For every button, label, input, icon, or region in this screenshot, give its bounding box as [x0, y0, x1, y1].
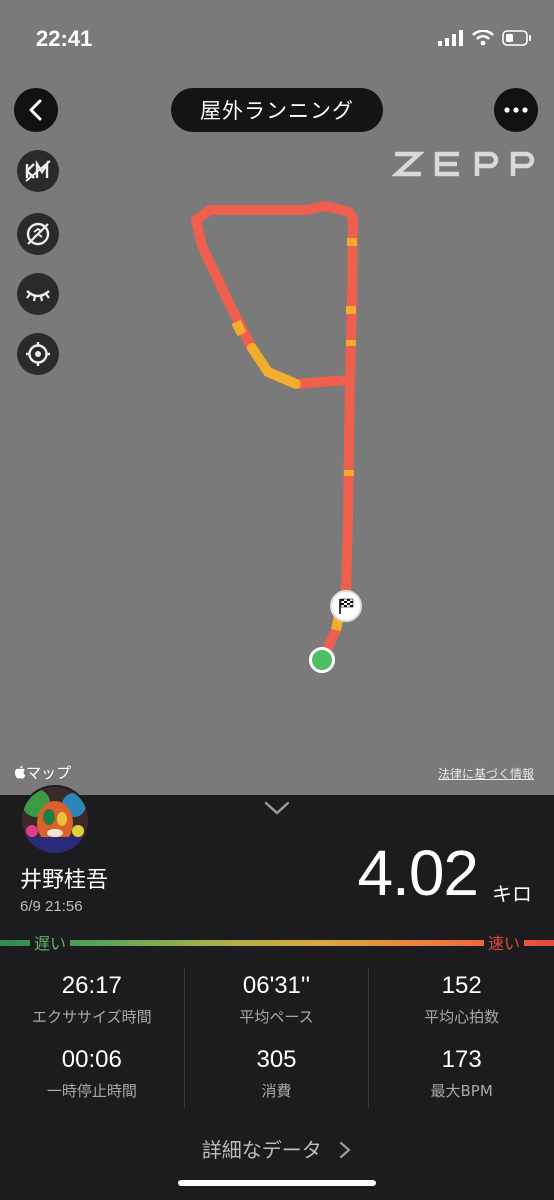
signal-icon	[438, 30, 463, 46]
locate-icon	[26, 342, 50, 366]
chevron-right-icon	[340, 1141, 351, 1159]
activity-date: 6/9 21:56	[20, 898, 83, 915]
distance-unit: キロ	[492, 882, 532, 906]
wifi-icon	[472, 30, 494, 46]
pace-toggle[interactable]	[17, 213, 59, 255]
stat-value: 152	[441, 972, 482, 999]
checkered-flag-icon	[339, 598, 354, 614]
pace-fast-label: 速い	[483, 930, 524, 954]
battery-icon	[502, 30, 531, 46]
stats-grid: 26:17 エクササイズ時間 00:06 一時停止時間 06'31'' 平均ペース 3…	[0, 968, 554, 1116]
back-button[interactable]	[14, 88, 58, 132]
pace-gradient-bar	[0, 940, 554, 946]
avatar[interactable]	[20, 785, 90, 855]
home-indicator[interactable]	[178, 1180, 376, 1186]
stat-value: 173	[441, 1046, 482, 1073]
stat-value: 26:17	[61, 972, 122, 999]
eye-toggle[interactable]	[17, 273, 59, 315]
activity-title: 屋外ランニング	[171, 88, 383, 132]
zepp-logo	[392, 151, 535, 177]
user-name: 井野桂吾	[20, 868, 109, 893]
stat-label: 最大BPM	[430, 1082, 493, 1100]
back-chevron-icon	[29, 99, 42, 121]
stat-average-heart-rate: 152 平均心拍数	[369, 972, 554, 1027]
stat-label: 平均ペース	[239, 1008, 314, 1026]
hide-pace-icon	[26, 222, 50, 246]
legal-link[interactable]: 法律に基づく情報	[438, 765, 534, 782]
stat-pause-time: 00:06 一時停止時間	[0, 1046, 184, 1101]
finish-flag-marker	[330, 590, 362, 622]
avatar-image	[22, 787, 88, 853]
stat-max-bpm: 173 最大BPM	[369, 1046, 554, 1101]
status-bar: 22:41	[0, 0, 554, 80]
stat-label: エクササイズ時間	[32, 1008, 152, 1026]
apple-maps-attribution: マップ	[14, 762, 71, 783]
more-dots-icon	[504, 107, 528, 113]
stat-value: 305	[256, 1046, 297, 1073]
stat-label: 一時停止時間	[46, 1082, 137, 1100]
stat-calories: 305 消費	[185, 1046, 369, 1101]
km-marker-toggle[interactable]	[17, 150, 59, 192]
stat-value: 00:06	[61, 1046, 122, 1073]
stat-label: 平均心拍数	[424, 1008, 500, 1026]
more-button[interactable]	[494, 88, 538, 132]
distance-value: 4.02	[357, 837, 479, 909]
apple-maps-label: マップ	[26, 765, 72, 782]
stat-exercise-time: 26:17 エクササイズ時間	[0, 972, 184, 1027]
apple-logo-icon	[14, 765, 26, 779]
details-label: 詳細なデータ	[201, 1138, 322, 1162]
stat-average-pace: 06'31'' 平均ペース	[185, 972, 369, 1027]
km-marker-icon	[25, 160, 51, 182]
stat-value: 06'31''	[242, 972, 311, 999]
status-time: 22:41	[36, 26, 93, 51]
eye-closed-icon	[26, 290, 50, 302]
pace-slow-label: 遅い	[30, 930, 71, 954]
start-marker	[309, 647, 335, 673]
locate-button[interactable]	[17, 333, 59, 375]
details-button[interactable]: 詳細なデータ	[0, 1134, 554, 1163]
collapse-chevron-icon[interactable]	[263, 800, 291, 816]
stat-label: 消費	[261, 1082, 292, 1100]
